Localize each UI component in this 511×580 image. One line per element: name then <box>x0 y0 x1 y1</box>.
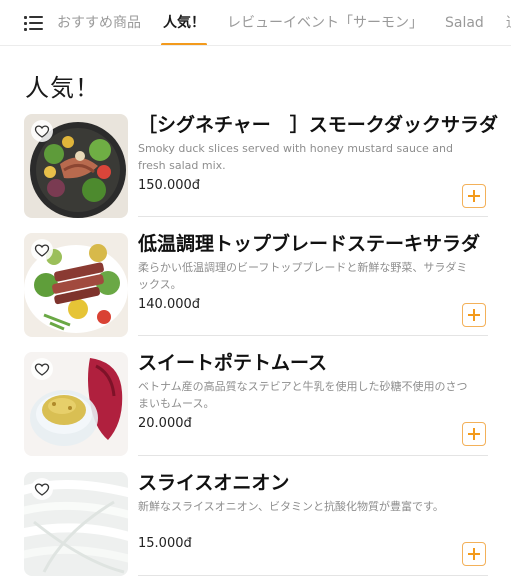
add-to-cart-button[interactable] <box>462 303 486 327</box>
item-description: ベトナム産の高品質なステビアと牛乳を使用した砂糖不使用のさつまいもムース。 <box>138 380 468 410</box>
item-price: 15.000đ <box>138 536 192 551</box>
divider <box>138 335 488 336</box>
item-price: 140.000đ <box>138 297 201 312</box>
add-to-cart-button[interactable] <box>462 542 486 566</box>
favorite-heart-icon[interactable] <box>30 478 54 500</box>
menu-item[interactable]: スイートポテトムース ベトナム産の高品質なステビアと牛乳を使用した砂糖不使用のさ… <box>24 352 488 458</box>
menu-item[interactable]: ［シグネチャー ］スモークダックサラダ Smoky duck slices se… <box>24 114 498 220</box>
item-price: 20.000đ <box>138 416 192 431</box>
add-to-cart-button[interactable] <box>462 184 486 208</box>
tab-more[interactable]: 追 <box>506 0 511 45</box>
item-name: 低温調理トップブレードステーキサラダ <box>138 233 481 255</box>
tab-review-event-salmon[interactable]: レビューイベント「サーモン」 <box>227 0 423 45</box>
divider <box>138 216 488 217</box>
item-name: スイートポテトムース <box>138 352 328 374</box>
tab-recommended[interactable]: おすすめ商品 <box>57 0 141 45</box>
item-price: 150.000đ <box>138 178 201 193</box>
item-description: 新鮮なスライスオニオン、ビタミンと抗酸化物質が豊富です。 <box>138 500 444 513</box>
category-nav: おすすめ商品 人気！ レビューイベント「サーモン」 Salad 追 <box>0 0 511 46</box>
favorite-heart-icon[interactable] <box>30 358 54 380</box>
tab-popular[interactable]: 人気！ <box>161 0 207 45</box>
section-title: 人気！ <box>25 74 100 102</box>
category-tabs: おすすめ商品 人気！ レビューイベント「サーモン」 Salad 追 <box>57 0 511 45</box>
item-name: スライスオニオン <box>138 472 290 494</box>
add-to-cart-button[interactable] <box>462 422 486 446</box>
menu-item[interactable]: 低温調理トップブレードステーキサラダ 柔らかい低温調理のビーフトップブレードと新… <box>24 233 488 339</box>
item-description: Smoky duck slices served with honey must… <box>138 142 453 172</box>
favorite-heart-icon[interactable] <box>30 239 54 261</box>
favorite-heart-icon[interactable] <box>30 120 54 142</box>
menu-item[interactable]: スライスオニオン 新鮮なスライスオニオン、ビタミンと抗酸化物質が豊富です。 15… <box>24 472 488 578</box>
menu-list-icon[interactable] <box>24 15 44 31</box>
tab-salad[interactable]: Salad <box>445 0 484 45</box>
divider <box>138 455 488 456</box>
divider <box>138 575 488 576</box>
item-description: 柔らかい低温調理のビーフトップブレードと新鮮な野菜、サラダミックス。 <box>138 261 468 291</box>
item-name: ［シグネチャー ］スモークダックサラダ <box>138 114 499 136</box>
